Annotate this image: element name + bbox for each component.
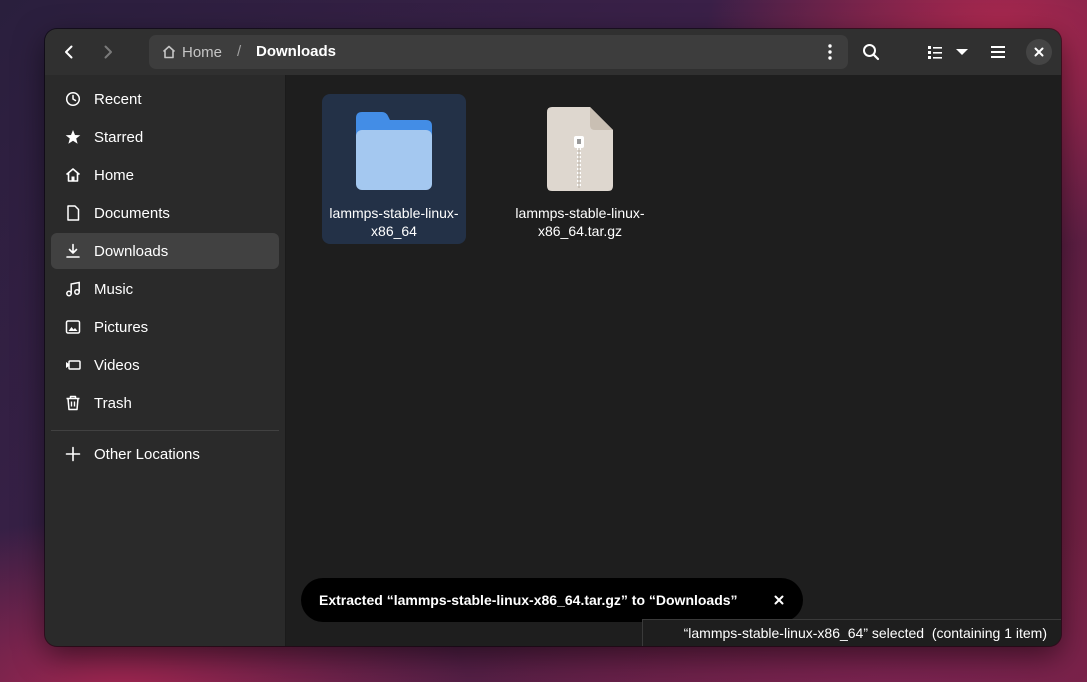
- close-icon: [1034, 47, 1044, 57]
- vertical-dots-icon: [828, 44, 832, 60]
- search-icon: [863, 44, 880, 61]
- close-window-button[interactable]: [1026, 39, 1052, 65]
- sidebar-item-label: Starred: [94, 128, 144, 146]
- sidebar-item-other-locations[interactable]: Other Locations: [51, 436, 279, 472]
- file-item-folder[interactable]: lammps-stable-linux-x86_64: [322, 94, 466, 244]
- clock-icon: [64, 90, 82, 108]
- file-name: lammps-stable-linux-x86_64.tar.gz: [515, 205, 645, 239]
- sidebar-item-label: Other Locations: [94, 445, 200, 463]
- sidebar-item-trash[interactable]: Trash: [51, 385, 279, 421]
- sidebar-item-starred[interactable]: Starred: [51, 119, 279, 155]
- sidebar-item-label: Music: [94, 280, 134, 298]
- star-icon: [64, 128, 82, 146]
- trash-icon: [64, 394, 82, 412]
- breadcrumb-separator: /: [237, 43, 242, 60]
- back-button[interactable]: [53, 36, 85, 68]
- back-arrow-icon: [65, 45, 73, 59]
- download-icon: [64, 242, 82, 260]
- sidebar: Recent Starred Home Documents Downloads …: [45, 75, 286, 646]
- sidebar-separator: [51, 430, 279, 431]
- toast-message: Extracted “lammps-stable-linux-x86_64.ta…: [319, 592, 738, 608]
- video-icon: [64, 356, 82, 374]
- close-icon: [774, 595, 784, 605]
- sidebar-item-label: Pictures: [94, 318, 149, 336]
- toast-close-button[interactable]: [767, 588, 791, 612]
- status-bar: “lammps-stable-linux-x86_64” selected (c…: [642, 619, 1061, 646]
- sidebar-item-label: Documents: [94, 204, 170, 222]
- path-bar: Home / Downloads: [149, 35, 848, 69]
- chevron-down-icon: [956, 49, 968, 55]
- breadcrumb-current[interactable]: Downloads: [256, 35, 336, 69]
- folder-icon: [354, 106, 434, 192]
- main-menu-button[interactable]: [982, 36, 1014, 68]
- archive-icon: [540, 106, 620, 192]
- home-icon: [64, 166, 82, 184]
- sidebar-item-downloads[interactable]: Downloads: [51, 233, 279, 269]
- sidebar-item-pictures[interactable]: Pictures: [51, 309, 279, 345]
- file-manager-window: Home / Downloads Recent Starred Home Doc…: [45, 29, 1061, 646]
- forward-button[interactable]: [92, 36, 124, 68]
- status-text: “lammps-stable-linux-x86_64” selected (c…: [683, 625, 1047, 641]
- forward-arrow-icon: [104, 45, 112, 59]
- sidebar-item-label: Trash: [94, 394, 132, 412]
- document-icon: [64, 204, 82, 222]
- sidebar-item-documents[interactable]: Documents: [51, 195, 279, 231]
- file-view: lammps-stable-linux-x86_64 lammps-stable…: [286, 75, 1061, 646]
- sidebar-item-label: Recent: [94, 90, 142, 108]
- sidebar-item-recent[interactable]: Recent: [51, 81, 279, 117]
- file-item-archive[interactable]: lammps-stable-linux-x86_64.tar.gz: [508, 94, 652, 244]
- search-button[interactable]: [855, 36, 887, 68]
- home-icon: [162, 45, 176, 59]
- music-icon: [64, 280, 82, 298]
- view-options-button[interactable]: [947, 36, 977, 68]
- plus-icon: [64, 445, 82, 463]
- sidebar-item-label: Home: [94, 166, 135, 184]
- breadcrumb-home-label: Home: [182, 43, 223, 61]
- header-bar: Home / Downloads: [45, 29, 1061, 75]
- breadcrumb-home[interactable]: Home: [161, 35, 222, 69]
- notification-toast: Extracted “lammps-stable-linux-x86_64.ta…: [301, 578, 803, 622]
- list-view-icon: [928, 46, 942, 59]
- path-menu-button[interactable]: [816, 38, 844, 66]
- sidebar-item-home[interactable]: Home: [51, 157, 279, 193]
- sidebar-item-label: Videos: [94, 356, 140, 374]
- file-name: lammps-stable-linux-x86_64: [329, 205, 459, 239]
- sidebar-item-music[interactable]: Music: [51, 271, 279, 307]
- picture-icon: [64, 318, 82, 336]
- sidebar-item-label: Downloads: [94, 242, 169, 260]
- hamburger-menu-icon: [991, 46, 1005, 58]
- sidebar-item-videos[interactable]: Videos: [51, 347, 279, 383]
